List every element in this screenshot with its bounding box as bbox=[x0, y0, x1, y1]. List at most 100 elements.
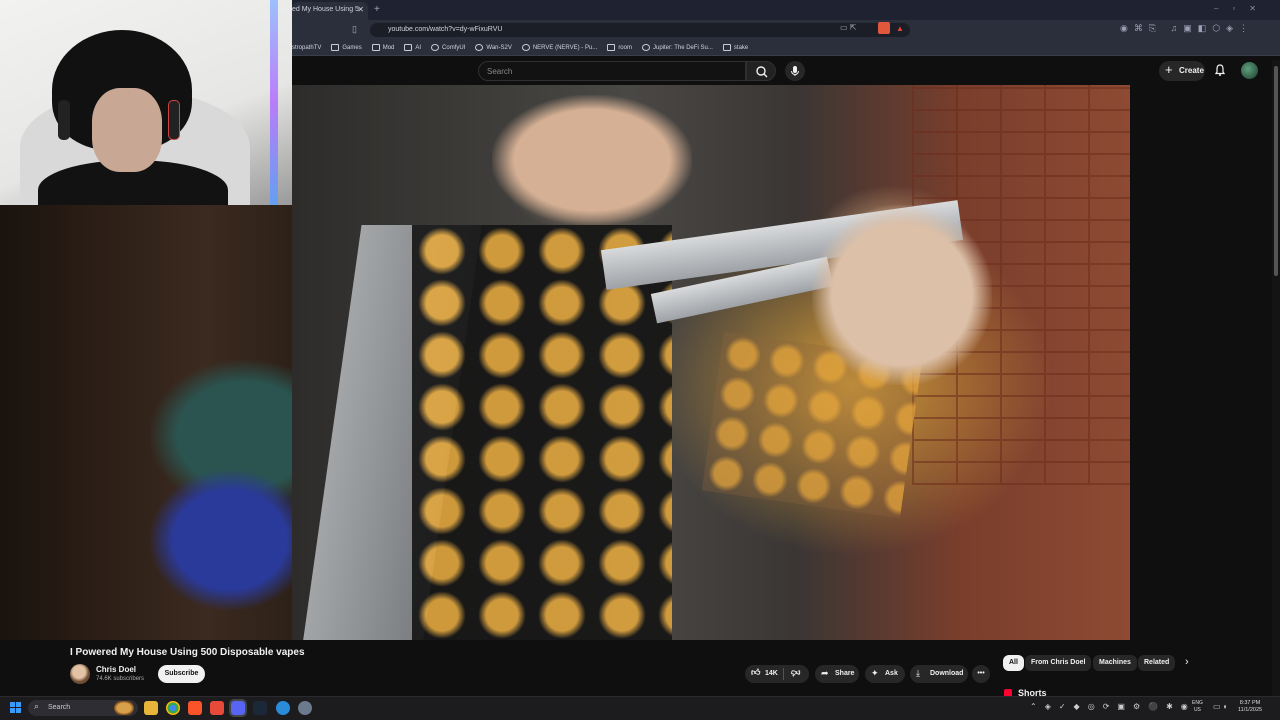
headset-left bbox=[58, 100, 70, 140]
url-bar[interactable]: youtube.com/watch?v=dy-wFixuRVU bbox=[370, 23, 910, 37]
close-tab-icon[interactable]: ✕ bbox=[357, 5, 364, 14]
brave-beta-icon[interactable] bbox=[210, 701, 224, 715]
chip-related[interactable]: Related bbox=[1138, 655, 1176, 671]
scrollbar-thumb[interactable] bbox=[1274, 66, 1278, 276]
led-strip bbox=[270, 0, 278, 205]
share-button[interactable]: ➦ Share bbox=[815, 665, 859, 683]
bookmark-item[interactable]: ComfyUI bbox=[431, 44, 465, 51]
bookmarks-bar: stropathTV Games Mod AI ComfyUI Wan-S2V … bbox=[292, 40, 1280, 56]
sparkle-icon: ✦ bbox=[871, 668, 879, 678]
browser-tab-bar bbox=[292, 0, 1280, 20]
mic-icon bbox=[791, 66, 799, 76]
comfyui-icon bbox=[431, 44, 440, 51]
channel-avatar[interactable] bbox=[70, 664, 90, 684]
nerve-icon bbox=[521, 44, 530, 51]
download-icon: ⤓ bbox=[916, 668, 920, 678]
download-button[interactable]: ⤓ Download bbox=[910, 665, 968, 683]
app-icon[interactable] bbox=[276, 701, 290, 715]
like-dislike-group[interactable]: 👍︎ 14K 👍︎ bbox=[745, 665, 809, 683]
bookmark-folder[interactable]: stake bbox=[722, 44, 748, 51]
new-tab-icon[interactable]: + bbox=[374, 4, 380, 15]
taskbar-clock[interactable]: 8:37 PM 11/1/2025 bbox=[1238, 700, 1262, 714]
address-actions-icon[interactable]: ▭ ⇱ bbox=[840, 23, 856, 32]
thumbs-up-icon[interactable]: 👍︎ bbox=[751, 667, 760, 678]
tab-title: ed My House Using 5 bbox=[292, 6, 359, 13]
widgets-icon[interactable] bbox=[114, 701, 134, 715]
share-label: Share bbox=[835, 670, 855, 677]
video-title: I Powered My House Using 500 Disposable … bbox=[70, 647, 305, 658]
bookmark-folder[interactable]: room bbox=[607, 44, 632, 51]
folder-icon bbox=[607, 44, 616, 51]
headset-right bbox=[168, 100, 180, 140]
lang-code: ENG bbox=[1192, 700, 1203, 706]
chip-machines[interactable]: Machines bbox=[1093, 655, 1137, 671]
bookmark-folder[interactable]: Games bbox=[331, 44, 362, 51]
bookmark-item[interactable]: stropathTV bbox=[292, 45, 321, 51]
file-explorer-icon[interactable] bbox=[144, 701, 158, 715]
chevron-right-icon[interactable]: › bbox=[1185, 656, 1189, 668]
bookmark-item[interactable]: Wan-S2V bbox=[475, 44, 512, 51]
bookmark-item[interactable]: NERVE (NERVE) - Pu... bbox=[521, 44, 597, 51]
subscribe-button[interactable]: Subscribe bbox=[158, 665, 205, 683]
extension-icons[interactable]: ◉⌘⎘ ♫▣◧⬡◈⋮ bbox=[1120, 23, 1254, 34]
folder-icon bbox=[722, 44, 731, 51]
taskbar-search-placeholder: Search bbox=[48, 704, 71, 711]
lang-region: US bbox=[1193, 707, 1201, 713]
create-label: Create bbox=[1179, 66, 1204, 75]
channel-name[interactable]: Chris Doel bbox=[96, 665, 136, 674]
chip-from-channel[interactable]: From Chris Doel bbox=[1025, 655, 1092, 671]
account-avatar[interactable] bbox=[1241, 62, 1258, 79]
settings-gear-icon[interactable] bbox=[298, 701, 312, 715]
video-hand bbox=[812, 205, 992, 385]
chrome-icon[interactable] bbox=[166, 701, 180, 715]
search-placeholder: Search bbox=[487, 67, 513, 76]
network-volume-icons[interactable]: ▭◖ bbox=[1213, 702, 1229, 711]
blue-object bbox=[150, 470, 310, 610]
input-language[interactable]: ENG US bbox=[1192, 700, 1203, 714]
subscriber-count: 74.6K subscribers bbox=[96, 676, 145, 682]
notifications-button[interactable] bbox=[1213, 63, 1227, 82]
steam-icon[interactable] bbox=[253, 701, 267, 715]
plus-icon: + bbox=[1165, 62, 1173, 77]
video-hand bbox=[492, 95, 692, 225]
brave-shield-icon[interactable] bbox=[878, 22, 890, 34]
chip-all[interactable]: All bbox=[1003, 655, 1024, 671]
search-button[interactable] bbox=[746, 61, 776, 81]
folder-icon bbox=[371, 44, 380, 51]
ask-label: Ask bbox=[885, 670, 898, 677]
windows-start-icon[interactable] bbox=[10, 702, 22, 714]
bookmark-folder[interactable]: AI bbox=[404, 44, 421, 51]
search-icon: ⌕ bbox=[34, 701, 40, 711]
thumbs-down-icon[interactable]: 👍︎ bbox=[791, 667, 800, 678]
youtube-search-input[interactable]: Search bbox=[478, 61, 746, 81]
share-icon: ➦ bbox=[821, 668, 829, 678]
bookmark-folder[interactable]: Mod bbox=[371, 44, 394, 51]
divider bbox=[783, 668, 784, 680]
more-icon: ••• bbox=[977, 670, 985, 677]
jupiter-icon bbox=[641, 44, 650, 51]
discord-icon[interactable] bbox=[229, 699, 247, 717]
rewards-triangle-icon[interactable]: ▲ bbox=[896, 24, 904, 33]
folder-icon bbox=[404, 44, 413, 51]
ask-button[interactable]: ✦ Ask bbox=[865, 665, 905, 683]
system-tray-icons[interactable]: ⌃◈✓◆◎⟳▣⚙⚫✱◉ bbox=[1030, 702, 1196, 711]
download-label: Download bbox=[930, 670, 964, 677]
video-battery-cells bbox=[412, 225, 672, 640]
bell-icon bbox=[1214, 64, 1226, 76]
search-icon bbox=[756, 66, 768, 78]
brave-icon[interactable] bbox=[188, 701, 202, 715]
clock-time: 8:37 PM bbox=[1239, 700, 1261, 706]
bookmark-icon[interactable]: ▯ bbox=[352, 24, 357, 35]
like-count: 14K bbox=[765, 670, 778, 677]
window-controls[interactable]: –▫✕ bbox=[1214, 4, 1270, 13]
video-player[interactable] bbox=[292, 85, 1130, 640]
streamer-face bbox=[92, 88, 162, 172]
voice-search-button[interactable] bbox=[785, 61, 805, 81]
bookmark-item[interactable]: Jupiter: The DeFi Su... bbox=[641, 44, 713, 51]
browser-tab[interactable]: ed My House Using 5 ✕ bbox=[292, 2, 368, 20]
create-button[interactable]: + Create bbox=[1159, 61, 1205, 81]
wan-icon bbox=[475, 44, 484, 51]
more-actions-button[interactable]: ••• bbox=[972, 665, 990, 683]
webcam-overlay bbox=[0, 0, 292, 205]
url-text: youtube.com/watch?v=dy-wFixuRVU bbox=[388, 26, 503, 33]
